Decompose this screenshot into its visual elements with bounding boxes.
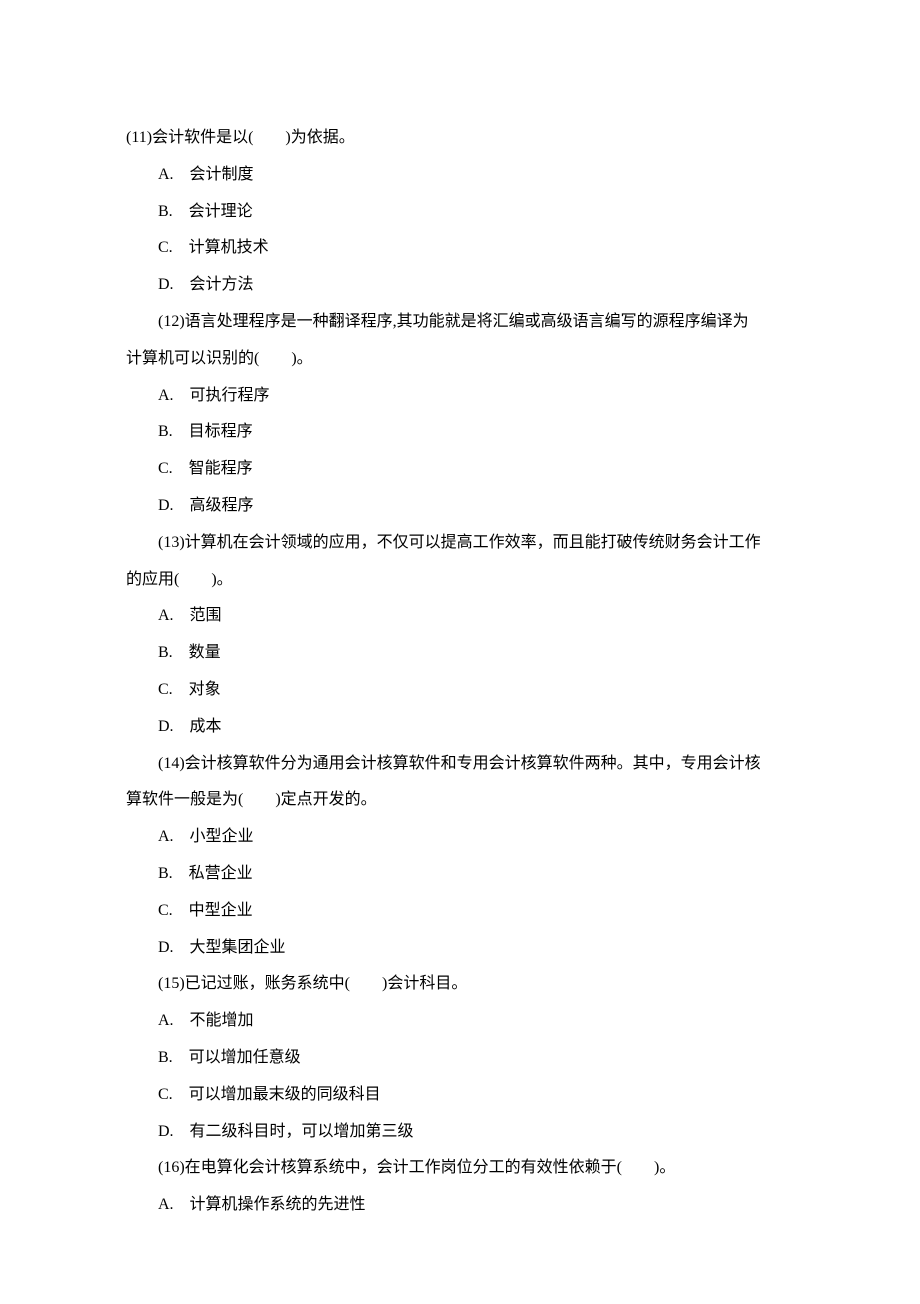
question-16: (16)在电算化会计核算系统中，会计工作岗位分工的有效性依赖于( )。 A. 计… <box>126 1150 794 1224</box>
option-b: B. 目标程序 <box>126 414 794 451</box>
option-c: C. 对象 <box>126 672 794 709</box>
option-c: C. 智能程序 <box>126 451 794 488</box>
option-a: A. 可执行程序 <box>126 378 794 415</box>
option-d: D. 有二级科目时，可以增加第三级 <box>126 1114 794 1151</box>
option-a: A. 小型企业 <box>126 819 794 856</box>
option-c: C. 可以增加最末级的同级科目 <box>126 1077 794 1114</box>
question-stem-cont: 的应用( )。 <box>126 562 794 599</box>
option-a: A. 会计制度 <box>126 157 794 194</box>
question-stem: (15)已记过账，账务系统中( )会计科目。 <box>126 966 794 1003</box>
question-12: (12)语言处理程序是一种翻译程序,其功能就是将汇编或高级语言编写的源程序编译为… <box>126 304 794 525</box>
option-d: D. 成本 <box>126 709 794 746</box>
option-d: D. 高级程序 <box>126 488 794 525</box>
option-b: B. 可以增加任意级 <box>126 1040 794 1077</box>
question-stem: (11)会计软件是以( )为依据。 <box>126 120 794 157</box>
question-15: (15)已记过账，账务系统中( )会计科目。 A. 不能增加 B. 可以增加任意… <box>126 966 794 1150</box>
option-b: B. 数量 <box>126 635 794 672</box>
question-13: (13)计算机在会计领域的应用，不仅可以提高工作效率，而且能打破传统财务会计工作… <box>126 525 794 746</box>
option-b: B. 会计理论 <box>126 194 794 231</box>
question-stem-cont: 计算机可以识别的( )。 <box>126 341 794 378</box>
question-11: (11)会计软件是以( )为依据。 A. 会计制度 B. 会计理论 C. 计算机… <box>126 120 794 304</box>
option-d: D. 大型集团企业 <box>126 930 794 967</box>
option-c: C. 中型企业 <box>126 893 794 930</box>
question-stem: (13)计算机在会计领域的应用，不仅可以提高工作效率，而且能打破传统财务会计工作 <box>126 525 794 562</box>
option-a: A. 计算机操作系统的先进性 <box>126 1187 794 1224</box>
option-c: C. 计算机技术 <box>126 230 794 267</box>
question-14: (14)会计核算软件分为通用会计核算软件和专用会计核算软件两种。其中，专用会计核… <box>126 746 794 967</box>
document-body: (11)会计软件是以( )为依据。 A. 会计制度 B. 会计理论 C. 计算机… <box>126 120 794 1224</box>
question-stem: (12)语言处理程序是一种翻译程序,其功能就是将汇编或高级语言编写的源程序编译为 <box>126 304 794 341</box>
question-stem-cont: 算软件一般是为( )定点开发的。 <box>126 782 794 819</box>
option-d: D. 会计方法 <box>126 267 794 304</box>
question-stem: (14)会计核算软件分为通用会计核算软件和专用会计核算软件两种。其中，专用会计核 <box>126 746 794 783</box>
option-b: B. 私营企业 <box>126 856 794 893</box>
option-a: A. 不能增加 <box>126 1003 794 1040</box>
question-stem: (16)在电算化会计核算系统中，会计工作岗位分工的有效性依赖于( )。 <box>126 1150 794 1187</box>
option-a: A. 范围 <box>126 598 794 635</box>
